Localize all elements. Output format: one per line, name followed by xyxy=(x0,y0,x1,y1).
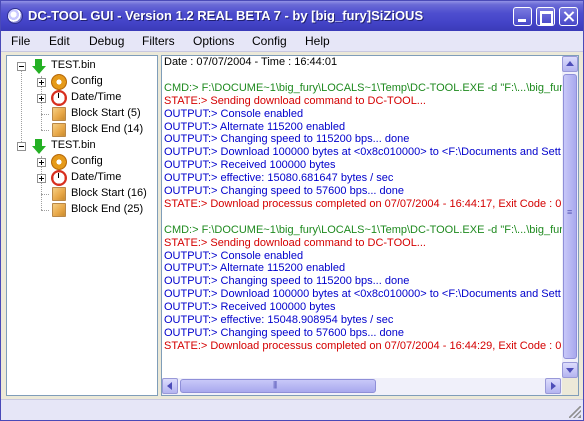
log-line-output: OUTPUT:> Alternate 115200 enabled xyxy=(164,262,346,275)
log-line-output: OUTPUT:> Changing speed to 57600 bps... … xyxy=(164,185,405,197)
log-line-state: STATE:> Sending download command to DC-T… xyxy=(164,236,426,249)
expand-toggle[interactable] xyxy=(37,94,46,103)
title-bar[interactable]: DC-TOOL GUI - Version 1.2 REAL BETA 7 - … xyxy=(1,1,583,31)
tree-node-label: Date/Time xyxy=(71,91,122,103)
clock-icon xyxy=(51,170,67,186)
tree-node-label: Config xyxy=(71,75,103,87)
collapse-toggle[interactable] xyxy=(17,142,26,151)
collapse-toggle[interactable] xyxy=(17,62,26,71)
menu-options[interactable]: Options xyxy=(193,34,234,48)
log-line-output: OUTPUT:> Download 100000 bytes at <0x8c0… xyxy=(164,146,561,159)
window-title: DC-TOOL GUI - Version 1.2 REAL BETA 7 - … xyxy=(28,8,424,23)
horizontal-scrollbar[interactable] xyxy=(162,378,562,395)
log-line-output: OUTPUT:> Alternate 115200 enabled xyxy=(164,120,346,133)
scroll-down-button[interactable] xyxy=(562,362,578,378)
log-line-output: OUTPUT:> Changing speed to 57600 bps... … xyxy=(164,326,405,339)
tree-node-label: Config xyxy=(71,155,103,167)
box-icon xyxy=(52,203,66,217)
tree-node-root[interactable]: TEST.bin xyxy=(7,58,157,74)
menu-config[interactable]: Config xyxy=(252,34,287,48)
maximize-button[interactable] xyxy=(536,7,555,26)
log-line-output: OUTPUT:> Changing speed to 115200 bps...… xyxy=(164,133,410,146)
scroll-left-button[interactable] xyxy=(162,378,178,394)
vertical-scrollbar[interactable] xyxy=(562,56,578,378)
log-line-output: OUTPUT:> Received 100000 bytes xyxy=(164,301,336,314)
gear-icon xyxy=(51,154,67,170)
scroll-right-button[interactable] xyxy=(545,378,561,394)
log-line-output: OUTPUT:> Download 100000 bytes at <0x8c0… xyxy=(164,288,561,301)
scrollbar-corner xyxy=(562,378,578,395)
main-window: DC-TOOL GUI - Version 1.2 REAL BETA 7 - … xyxy=(0,0,584,421)
tree-node-config[interactable]: Config xyxy=(7,74,157,90)
expand-toggle[interactable] xyxy=(37,158,46,167)
tree-node-label: TEST.bin xyxy=(51,139,96,151)
menu-edit[interactable]: Edit xyxy=(49,34,70,48)
log-line-output: OUTPUT:> Console enabled xyxy=(164,107,304,120)
resize-grip-icon[interactable] xyxy=(569,406,581,418)
tree-node-label: Block Start (5) xyxy=(71,107,141,119)
menu-filters[interactable]: Filters xyxy=(142,34,175,48)
expand-toggle[interactable] xyxy=(37,78,46,87)
minimize-button[interactable] xyxy=(513,7,532,26)
app-icon[interactable] xyxy=(7,8,23,24)
tree-node-config[interactable]: Config xyxy=(7,154,157,170)
clock-icon xyxy=(51,90,67,106)
log-line-state: STATE:> Download processus completed on … xyxy=(164,197,562,210)
tree-node-datetime[interactable]: Date/Time xyxy=(7,90,157,106)
tree-node-block-end[interactable]: Block End (14) xyxy=(7,122,157,138)
gear-icon xyxy=(51,74,67,90)
tree-node-block-start[interactable]: Block Start (16) xyxy=(7,186,157,202)
tree-node-label: Block End (25) xyxy=(71,203,144,215)
log-line-output: OUTPUT:> Console enabled xyxy=(164,249,304,262)
log-line-state: STATE:> Download processus completed on … xyxy=(164,339,562,352)
menu-debug[interactable]: Debug xyxy=(89,34,124,48)
tree-node-datetime[interactable]: Date/Time xyxy=(7,170,157,186)
log-line-output: OUTPUT:> Changing speed to 115200 bps...… xyxy=(164,275,410,288)
log-line-output: OUTPUT:> effective: 15080.681647 bytes /… xyxy=(164,172,394,185)
scroll-up-button[interactable] xyxy=(562,56,578,72)
menu-bar: File Edit Debug Filters Options Config H… xyxy=(1,31,583,52)
tree-node-root[interactable]: TEST.bin xyxy=(7,138,157,154)
tree-node-block-end[interactable]: Block End (25) xyxy=(7,202,157,218)
download-arrow-icon xyxy=(31,58,47,74)
log-line-output: OUTPUT:> Received 100000 bytes xyxy=(164,159,336,172)
tree-node-label: Block End (14) xyxy=(71,123,144,135)
log-output[interactable]: Date : 07/07/2004 - Time : 16:44:01 CMD:>… xyxy=(161,55,579,396)
box-icon xyxy=(52,107,66,121)
close-button[interactable] xyxy=(559,7,578,26)
box-icon xyxy=(52,123,66,137)
log-line-cmd: CMD:> F:\DOCUME~1\big_fury\LOCALS~1\Temp… xyxy=(164,81,569,94)
tree-node-label: Block Start (16) xyxy=(71,187,147,199)
download-arrow-icon xyxy=(31,138,47,154)
box-icon xyxy=(52,187,66,201)
log-line-neutral: Date : 07/07/2004 - Time : 16:44:01 xyxy=(164,56,338,68)
log-line-output: OUTPUT:> effective: 15048.908954 bytes /… xyxy=(164,314,394,326)
expand-toggle[interactable] xyxy=(37,174,46,183)
tree-node-label: Date/Time xyxy=(71,171,122,183)
tree-node-block-start[interactable]: Block Start (5) xyxy=(7,106,157,122)
log-line-state: STATE:> Sending download command to DC-T… xyxy=(164,94,426,107)
horizontal-scroll-thumb[interactable] xyxy=(180,379,376,393)
tree-node-label: TEST.bin xyxy=(51,59,96,71)
menu-help[interactable]: Help xyxy=(305,34,330,48)
vertical-scroll-thumb[interactable] xyxy=(563,74,577,359)
status-bar xyxy=(1,399,583,420)
project-tree[interactable]: TEST.bin Config Date/Time Block Start (5… xyxy=(6,55,158,396)
menu-file[interactable]: File xyxy=(11,34,30,48)
log-line-cmd: CMD:> F:\DOCUME~1\big_fury\LOCALS~1\Temp… xyxy=(164,223,569,236)
